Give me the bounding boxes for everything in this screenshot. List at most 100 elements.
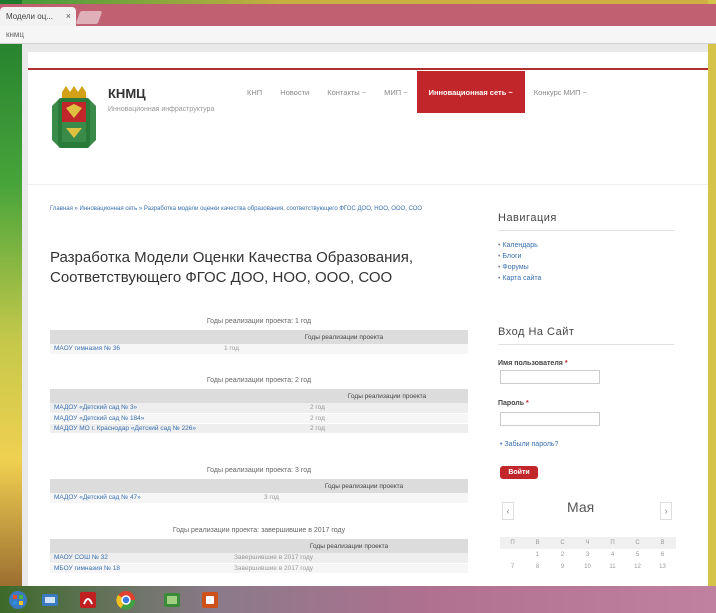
sidebar-rule: [498, 230, 674, 231]
page-title: Разработка Модели Оценки Качества Образо…: [50, 249, 414, 286]
column-header: Годы реализации проекта: [220, 330, 468, 344]
calendar-day[interactable]: 12: [625, 564, 650, 570]
breadcrumb[interactable]: Главная » Инновационная сеть » Разработк…: [50, 204, 468, 214]
weekday: В: [535, 540, 540, 546]
weekday: Ч: [585, 540, 590, 546]
browser-tab-bar: Модели оц... ×: [0, 4, 716, 26]
required-mark: *: [526, 400, 529, 407]
start-icon[interactable]: [8, 590, 28, 610]
calendar-week: 7 8 9 10 11 12 13: [500, 561, 676, 573]
sidebar-links: Календарь Блоги Форумы Карта сайта: [498, 240, 541, 284]
column-header: Годы реализации проекта: [306, 389, 468, 403]
calendar-month: Мая: [567, 499, 595, 515]
nav-item-mip[interactable]: МИП ~: [375, 88, 417, 97]
nav-item-contacts[interactable]: Контакты ~: [318, 88, 375, 97]
calendar-day[interactable]: 7: [500, 564, 525, 570]
sidebar-rule: [498, 344, 674, 345]
password-label: Пароль *: [498, 400, 529, 407]
browser-tab[interactable]: Модели оц... ×: [0, 7, 76, 26]
nav-item-mip-contest[interactable]: Конкурс МИП ~: [525, 88, 596, 97]
table-caption: Годы реализации проекта: 1 год: [206, 318, 312, 325]
weekday: П: [510, 540, 515, 546]
browser-tab-title: Модели оц...: [6, 12, 53, 21]
table-cell-org[interactable]: МАДОУ «Детский сад № 184»: [50, 413, 306, 424]
weekday: П: [610, 540, 615, 546]
projects-table-3: Годы реализации проекта МАДОУ «Детский с…: [50, 479, 468, 504]
calendar-next-button[interactable]: ›: [660, 502, 672, 520]
table-cell-years: 2 год: [306, 403, 468, 414]
nav-item-news[interactable]: Новости: [271, 88, 318, 97]
calendar-day[interactable]: 6: [650, 552, 675, 558]
calendar-day[interactable]: 2: [550, 552, 575, 558]
taskbar: [0, 586, 716, 613]
calendar-day[interactable]: 3: [575, 552, 600, 558]
column-header: Годы реализации проекта: [230, 539, 468, 553]
table-cell-org[interactable]: МАДОУ «Детский сад № 47»: [50, 493, 260, 504]
weekday: В: [660, 540, 665, 546]
projects-table-1: Годы реализации проекта МАОУ гимназия № …: [50, 330, 468, 355]
sidebar-link-sitemap[interactable]: Карта сайта: [498, 273, 541, 284]
calendar-week: 1 2 3 4 5 6: [500, 549, 676, 561]
table-caption: Годы реализации проекта: 3 год: [206, 467, 312, 474]
table-cell-years: 2 год: [306, 413, 468, 424]
projects-table-2: Годы реализации проекта МАДОУ «Детский с…: [50, 389, 468, 434]
table-cell-org[interactable]: МБОУ гимназия № 18: [50, 563, 230, 574]
sidebar-link-calendar[interactable]: Календарь: [498, 240, 541, 251]
acrobat-icon[interactable]: [78, 590, 98, 610]
projects-table-4: Годы реализации проекта МАОУ СОШ № 32 Зав…: [50, 539, 468, 574]
table-caption: Годы реализации проекта: 2 год: [206, 377, 312, 384]
table-cell-years: 2 год: [306, 423, 468, 434]
weekday: С: [635, 540, 640, 546]
table-cell-org[interactable]: МАДОУ МО г. Краснодар «Детский сад № 226…: [50, 423, 306, 434]
sidebar-link-forums[interactable]: Форумы: [498, 262, 541, 273]
close-icon[interactable]: ×: [66, 11, 71, 21]
table-cell-years: 1 год: [220, 344, 468, 355]
desktop-background-left: [0, 0, 22, 613]
desktop-background-right: [708, 0, 716, 613]
calendar-day[interactable]: 4: [600, 552, 625, 558]
username-input[interactable]: [500, 370, 600, 384]
calendar-day[interactable]: 8: [525, 564, 550, 570]
calendar-day[interactable]: 11: [600, 564, 625, 570]
page-viewport: КНМЦ Инновационная инфраструктура КНП Но…: [22, 44, 708, 586]
calendar-grid: П В С Ч П С В 1 2 3 4 5 6 7 8 9 10 11 12…: [500, 537, 676, 573]
calendar-weekdays: П В С Ч П С В: [500, 537, 676, 549]
header-top-border: [28, 68, 708, 70]
nav-item-innovation-network[interactable]: Инновационная сеть ~: [416, 71, 525, 113]
nav-item-knp[interactable]: КНП: [238, 88, 271, 97]
sidebar-navigation-title: Навигация: [498, 212, 557, 224]
calendar-day[interactable]: 13: [650, 564, 675, 570]
password-input[interactable]: [500, 412, 600, 426]
site-tagline: Инновационная инфраструктура: [108, 106, 215, 113]
address-bar[interactable]: кнмц: [0, 26, 716, 44]
required-mark: *: [564, 360, 568, 367]
calendar-day[interactable]: 10: [575, 564, 600, 570]
calendar-day[interactable]: 1: [525, 552, 550, 558]
explorer-icon[interactable]: [40, 590, 60, 610]
calendar-day[interactable]: 9: [550, 564, 575, 570]
header-separator: [28, 184, 708, 185]
main-navigation: КНП Новости Контакты ~ МИП ~ Инновационн…: [238, 71, 596, 113]
username-label: Имя пользователя *: [498, 360, 568, 367]
site-title[interactable]: КНМЦ: [108, 86, 146, 101]
sidebar-link-blogs[interactable]: Блоги: [498, 251, 541, 262]
chrome-icon[interactable]: [116, 590, 136, 610]
table-cell-org[interactable]: МАОУ гимназия № 36: [50, 344, 220, 355]
app-icon[interactable]: [162, 590, 182, 610]
forgot-password-link[interactable]: • Забыли пароль?: [500, 441, 558, 448]
table-cell-org[interactable]: МАДОУ «Детский сад № 3»: [50, 403, 306, 414]
login-button[interactable]: Войти: [500, 466, 538, 479]
calendar-prev-button[interactable]: ‹: [502, 502, 514, 520]
table-cell-years: 3 год: [260, 493, 468, 504]
column-header: Годы реализации проекта: [260, 479, 468, 493]
new-tab-button[interactable]: [75, 11, 103, 24]
table-cell-years: Завершившие в 2017 году: [230, 563, 468, 574]
table-cell-years: Завершившие в 2017 году: [230, 553, 468, 564]
login-title: Вход На Сайт: [498, 326, 575, 338]
coat-of-arms-logo[interactable]: [52, 86, 96, 156]
powerpoint-icon[interactable]: [200, 590, 220, 610]
table-cell-org[interactable]: МАОУ СОШ № 32: [50, 553, 230, 564]
table-caption: Годы реализации проекта: завершившие в 2…: [172, 527, 346, 534]
weekday: С: [560, 540, 565, 546]
calendar-day[interactable]: 5: [625, 552, 650, 558]
